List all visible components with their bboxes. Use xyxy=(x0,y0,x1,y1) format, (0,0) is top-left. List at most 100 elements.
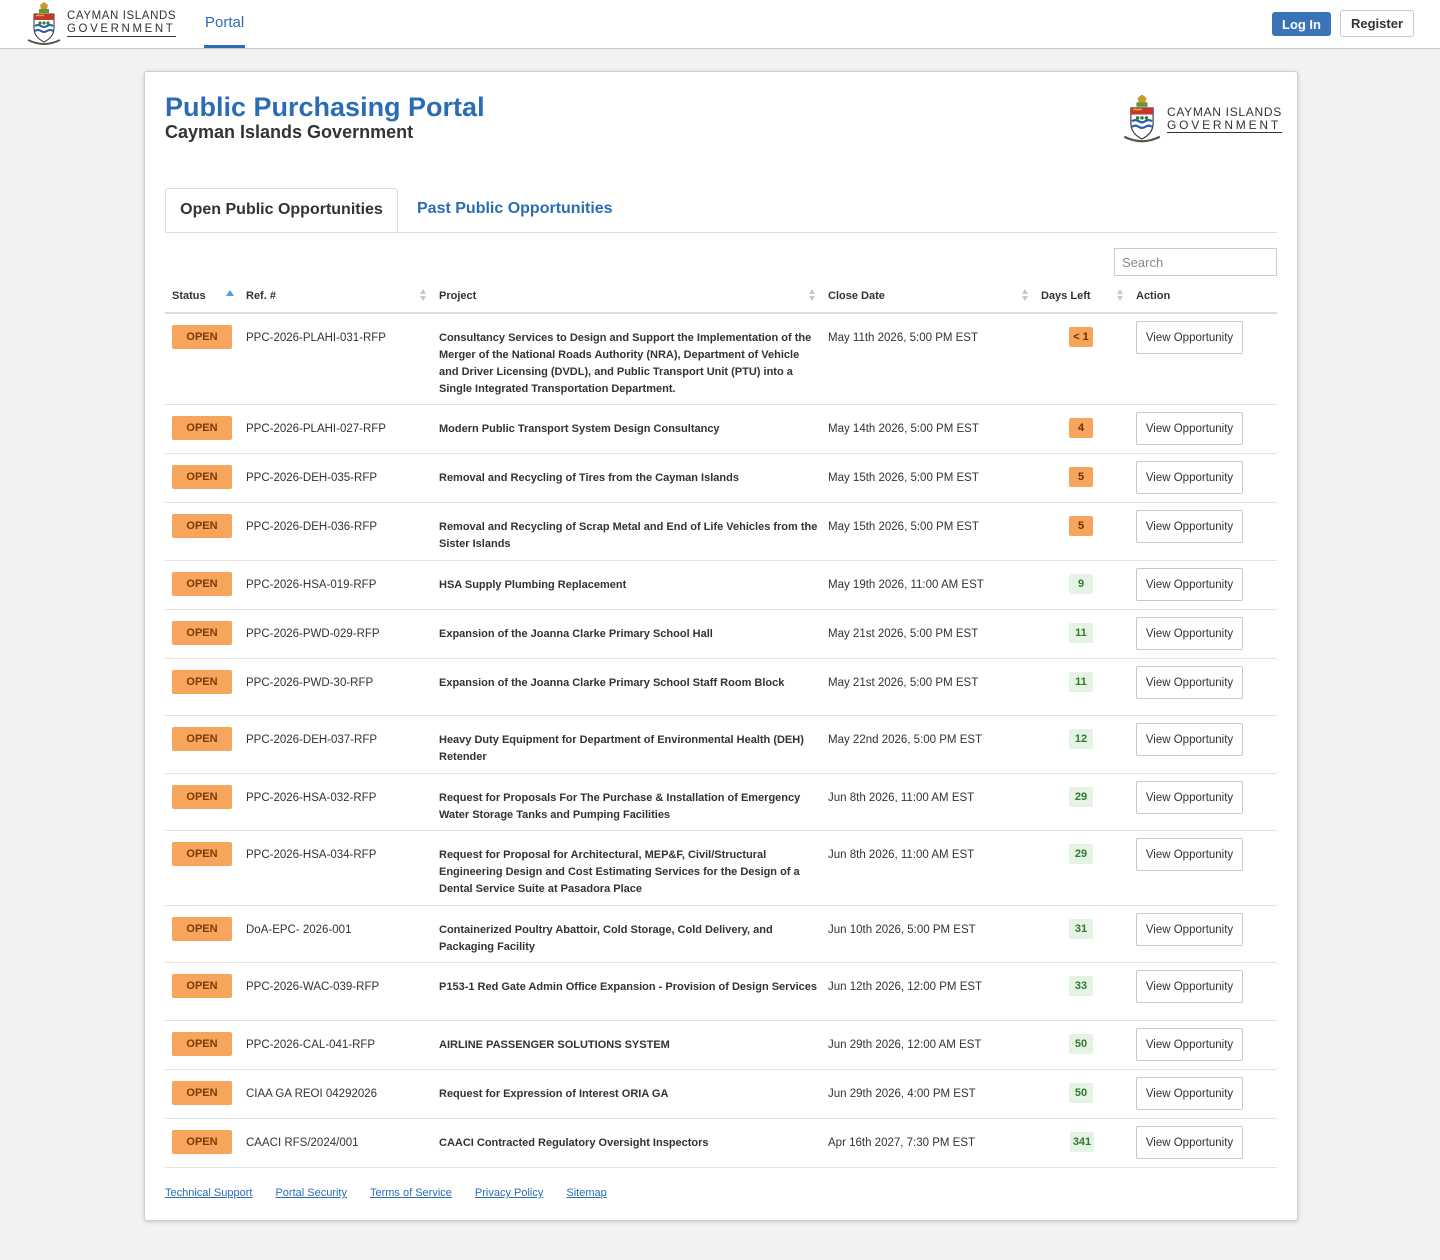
view-opportunity-button[interactable]: View Opportunity xyxy=(1136,913,1243,946)
footer-links: Technical Support Portal Security Terms of… xyxy=(165,1187,630,1199)
status-badge: OPEN xyxy=(172,514,232,538)
footer-link-privacy-policy[interactable]: Privacy Policy xyxy=(475,1187,543,1199)
search-input[interactable] xyxy=(1114,248,1277,276)
status-badge: OPEN xyxy=(172,325,232,349)
sort-ascending-icon xyxy=(226,290,234,296)
opportunities-table: Status Ref. # Project Close Date Days Le… xyxy=(165,280,1277,1168)
ref-number: PPC-2026-CAL-041-RFP xyxy=(246,1039,376,1051)
table-row: OPEN PPC-2026-DEH-036-RFP Removal and Recy… xyxy=(165,503,1277,561)
sort-icon xyxy=(1022,289,1028,303)
project-name: Modern Public Transport System Design Co… xyxy=(439,423,720,435)
days-left-badge: 33 xyxy=(1069,976,1093,996)
footer-link-terms-of-service[interactable]: Terms of Service xyxy=(370,1187,452,1199)
project-name: Removal and Recycling of Tires from the … xyxy=(439,472,739,484)
view-opportunity-button[interactable]: View Opportunity xyxy=(1136,321,1243,354)
status-badge: OPEN xyxy=(172,416,232,440)
project-name: Expansion of the Joanna Clarke Primary S… xyxy=(439,628,713,640)
days-left-badge: 50 xyxy=(1069,1034,1093,1054)
page-title: Public Purchasing Portal xyxy=(165,92,485,122)
nav-portal-link[interactable]: Portal xyxy=(204,0,246,48)
view-opportunity-button[interactable]: View Opportunity xyxy=(1136,568,1243,601)
table-row: OPEN PPC-2026-PLAHI-031-RFP Consultancy Se… xyxy=(165,314,1277,405)
register-button[interactable]: Register xyxy=(1340,10,1414,37)
project-name: Expansion of the Joanna Clarke Primary S… xyxy=(439,677,785,689)
brand-text: CAYMAN ISLANDS GOVERNMENT xyxy=(1167,106,1282,133)
header-brand[interactable]: CAYMAN ISLANDS GOVERNMENT xyxy=(26,2,177,46)
status-badge: OPEN xyxy=(172,1032,232,1056)
ref-number: PPC-2026-HSA-032-RFP xyxy=(246,792,377,804)
project-name: AIRLINE PASSENGER SOLUTIONS SYSTEM xyxy=(439,1039,670,1051)
status-badge: OPEN xyxy=(172,727,232,751)
table-row: OPEN PPC-2026-DEH-035-RFP Removal and Recy… xyxy=(165,454,1277,503)
ref-number: PPC-2026-PWD-029-RFP xyxy=(246,628,380,640)
view-opportunity-button[interactable]: View Opportunity xyxy=(1136,461,1243,494)
column-header-status[interactable]: Status xyxy=(172,280,206,312)
table-row: OPEN PPC-2026-HSA-019-RFP HSA Supply Plumb… xyxy=(165,561,1277,610)
login-button[interactable]: Log In xyxy=(1272,12,1331,36)
main-card: Public Purchasing Portal Cayman Islands … xyxy=(144,71,1298,1221)
table-row: OPEN PPC-2026-CAL-041-RFP AIRLINE PASSENGE… xyxy=(165,1021,1277,1070)
days-left-badge: 11 xyxy=(1069,623,1093,643)
ref-number: PPC-2026-HSA-019-RFP xyxy=(246,579,377,591)
days-left-badge: 11 xyxy=(1069,672,1093,692)
brand-name-line1: CAYMAN ISLANDS xyxy=(1167,104,1282,119)
sort-icon xyxy=(1117,289,1123,303)
table-row: OPEN PPC-2026-WAC-039-RFP P153-1 Red Gate … xyxy=(165,963,1277,1021)
days-left-badge: 5 xyxy=(1069,516,1093,536)
view-opportunity-button[interactable]: View Opportunity xyxy=(1136,1126,1243,1159)
footer-link-portal-security[interactable]: Portal Security xyxy=(275,1187,347,1199)
ref-number: PPC-2026-WAC-039-RFP xyxy=(246,981,380,993)
column-header-ref[interactable]: Ref. # xyxy=(246,280,276,312)
view-opportunity-button[interactable]: View Opportunity xyxy=(1136,723,1243,756)
status-badge: OPEN xyxy=(172,1130,232,1154)
status-badge: OPEN xyxy=(172,465,232,489)
table-row: OPEN PPC-2026-PWD-30-RFP Expansion of the … xyxy=(165,659,1277,716)
close-date: Jun 8th 2026, 11:00 AM EST xyxy=(828,849,975,861)
brand-name-line1: CAYMAN ISLANDS xyxy=(67,10,177,22)
table-body: OPEN PPC-2026-PLAHI-031-RFP Consultancy Se… xyxy=(165,314,1277,1168)
brand-name-line2: GOVERNMENT xyxy=(67,23,177,37)
footer-link-sitemap[interactable]: Sitemap xyxy=(566,1187,606,1199)
column-header-days-left[interactable]: Days Left xyxy=(1041,280,1091,312)
column-header-action: Action xyxy=(1136,290,1171,302)
tab-open-opportunities[interactable]: Open Public Opportunities xyxy=(165,188,398,232)
view-opportunity-button[interactable]: View Opportunity xyxy=(1136,1028,1243,1061)
footer-link-technical-support[interactable]: Technical Support xyxy=(165,1187,252,1199)
tab-past-opportunities[interactable]: Past Public Opportunities xyxy=(417,188,613,232)
view-opportunity-button[interactable]: View Opportunity xyxy=(1136,412,1243,445)
close-date: Jun 29th 2026, 4:00 PM EST xyxy=(828,1088,976,1100)
page-subtitle: Cayman Islands Government xyxy=(165,122,414,142)
opportunity-tabs: Open Public Opportunities Past Public Op… xyxy=(165,188,1277,233)
view-opportunity-button[interactable]: View Opportunity xyxy=(1136,838,1243,871)
view-opportunity-button[interactable]: View Opportunity xyxy=(1136,781,1243,814)
ref-number: CAACI RFS/2024/001 xyxy=(246,1137,359,1149)
sort-icon xyxy=(809,289,815,303)
project-name: Request for Proposal for Architectural, … xyxy=(439,849,800,895)
card-brand-logo: CAYMAN ISLANDS GOVERNMENT xyxy=(1122,94,1282,144)
view-opportunity-button[interactable]: View Opportunity xyxy=(1136,970,1243,1003)
days-left-badge: 12 xyxy=(1069,729,1093,749)
close-date: May 22nd 2026, 5:00 PM EST xyxy=(828,734,983,746)
table-row: OPEN PPC-2026-PWD-029-RFP Expansion of the… xyxy=(165,610,1277,659)
column-header-close-date[interactable]: Close Date xyxy=(828,280,885,312)
view-opportunity-button[interactable]: View Opportunity xyxy=(1136,617,1243,650)
top-navbar: CAYMAN ISLANDS GOVERNMENT Portal Log In … xyxy=(0,0,1440,49)
table-row: OPEN PPC-2026-HSA-034-RFP Request for Prop… xyxy=(165,831,1277,906)
table-row: OPEN CIAA GA REOI 04292026 Request for Exp… xyxy=(165,1070,1277,1119)
status-badge: OPEN xyxy=(172,621,232,645)
brand-text: CAYMAN ISLANDS GOVERNMENT xyxy=(67,10,177,37)
column-header-project[interactable]: Project xyxy=(439,280,476,312)
ref-number: PPC-2026-HSA-034-RFP xyxy=(246,849,377,861)
days-left-badge: 29 xyxy=(1069,844,1093,864)
days-left-badge: < 1 xyxy=(1069,327,1093,347)
ref-number: PPC-2026-PLAHI-027-RFP xyxy=(246,423,386,435)
view-opportunity-button[interactable]: View Opportunity xyxy=(1136,1077,1243,1110)
coat-of-arms-icon xyxy=(1123,94,1161,143)
days-left-badge: 29 xyxy=(1069,787,1093,807)
view-opportunity-button[interactable]: View Opportunity xyxy=(1136,510,1243,543)
brand-name-line2: GOVERNMENT xyxy=(1167,117,1282,133)
project-name: CAACI Contracted Regulatory Oversight In… xyxy=(439,1137,709,1149)
close-date: Apr 16th 2027, 7:30 PM EST xyxy=(828,1137,976,1149)
view-opportunity-button[interactable]: View Opportunity xyxy=(1136,666,1243,699)
close-date: May 15th 2026, 5:00 PM EST xyxy=(828,472,979,484)
